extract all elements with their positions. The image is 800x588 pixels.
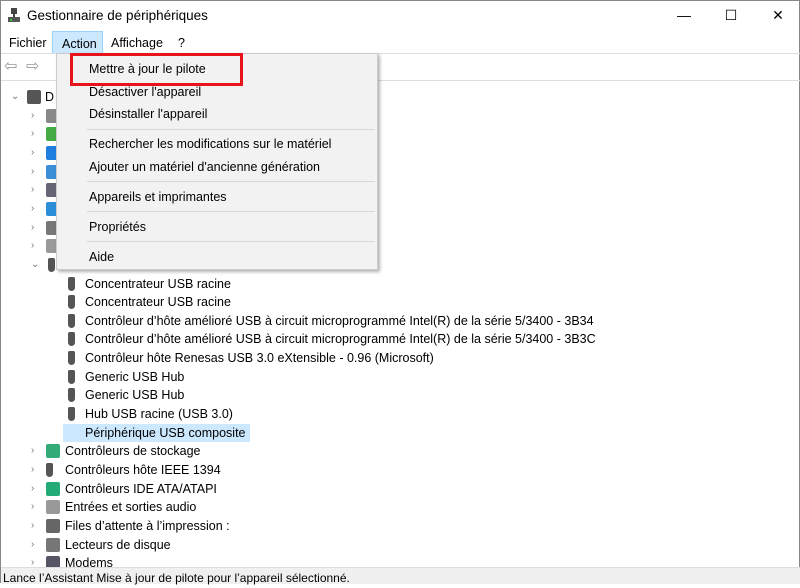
collapse-arrow-icon[interactable]: ⌄ <box>11 88 21 106</box>
tree-item-label: D <box>45 90 55 104</box>
tree-item-label: Generic USB Hub <box>85 369 185 384</box>
menu-action[interactable]: Action <box>52 31 103 53</box>
printer-icon <box>46 518 60 533</box>
menu-item-help[interactable]: Aide <box>58 246 376 268</box>
usb-icon <box>68 351 75 366</box>
tree-item-label: Entrées et sorties audio <box>65 500 197 515</box>
tree-item-label: Hub USB racine (USB 3.0) <box>85 407 233 422</box>
tree-category[interactable]: › Modems <box>1 554 800 567</box>
storage-icon <box>46 444 60 459</box>
menu-item-properties[interactable]: Propriétés <box>58 216 376 238</box>
tree-item-usb-device[interactable]: Generic USB Hub <box>1 368 800 386</box>
device-manager-icon <box>8 8 20 22</box>
tree-item-usb-device[interactable]: Hub USB racine (USB 3.0) <box>1 405 800 423</box>
expand-arrow-icon[interactable]: › <box>31 200 41 218</box>
expand-arrow-icon[interactable]: › <box>31 163 41 181</box>
menu-fichier[interactable]: Fichier <box>3 31 53 53</box>
expand-arrow-icon[interactable]: › <box>31 144 41 162</box>
tree-item-usb-device[interactable]: Contrôleur d’hôte amélioré USB à circuit… <box>1 312 800 330</box>
usb-icon <box>68 276 75 291</box>
usb-icon <box>68 388 75 403</box>
tree-item-label: Files d’attente à l’impression : <box>65 518 230 533</box>
tree-item-usb-device[interactable]: Périphérique USB composite <box>1 423 800 442</box>
status-bar: Lance l’Assistant Mise à jour de pilote … <box>1 567 800 585</box>
computer-icon <box>27 90 41 104</box>
title-bar: Gestionnaire de périphériques — ☐ ✕ <box>1 1 800 31</box>
minimize-button[interactable]: — <box>661 1 707 31</box>
usb-icon <box>68 407 75 422</box>
window-title: Gestionnaire de périphériques <box>27 8 208 23</box>
expand-arrow-icon[interactable]: › <box>31 125 41 143</box>
expand-arrow-icon[interactable]: › <box>31 498 41 516</box>
tree-item-usb-device[interactable]: Contrôleur hôte Renesas USB 3.0 eXtensib… <box>1 349 800 367</box>
highlight-box <box>70 53 243 86</box>
tree-item-label: Contrôleurs hôte IEEE 1394 <box>65 463 221 477</box>
expand-arrow-icon[interactable]: › <box>31 536 41 554</box>
tree-item-usb-device[interactable]: Contrôleur d’hôte amélioré USB à circuit… <box>1 330 800 348</box>
tree-item-label: Generic USB Hub <box>85 388 185 403</box>
maximize-button[interactable]: ☐ <box>708 1 754 31</box>
expand-arrow-icon[interactable]: › <box>31 107 41 125</box>
expand-arrow-icon[interactable]: › <box>31 517 41 535</box>
forward-arrow-icon[interactable]: ⇨ <box>26 59 44 75</box>
tree-category[interactable]: › Contrôleurs hôte IEEE 1394 <box>1 461 800 479</box>
collapse-arrow-icon[interactable]: ⌄ <box>31 256 41 274</box>
tree-category[interactable]: › Entrées et sorties audio <box>1 498 800 516</box>
tree-item-label: Contrôleur d’hôte amélioré USB à circuit… <box>85 332 596 347</box>
tree-item-label: Lecteurs de disque <box>65 537 171 552</box>
tree-item-label: Contrôleurs IDE ATA/ATAPI <box>65 481 217 496</box>
tree-item-label: Contrôleur hôte Renesas USB 3.0 eXtensib… <box>85 351 434 366</box>
usb-icon <box>68 369 75 384</box>
tree-item-label: Modems <box>65 556 113 567</box>
tree-item-label: Périphérique USB composite <box>63 423 250 442</box>
usb-icon <box>46 463 53 477</box>
expand-arrow-icon[interactable]: › <box>31 480 41 498</box>
speaker-icon <box>46 500 60 515</box>
modem-icon <box>46 556 60 567</box>
disk-drive-icon <box>46 537 60 552</box>
tree-category[interactable]: › Contrôleurs de stockage <box>1 442 800 460</box>
usb-icon <box>68 313 75 328</box>
expand-arrow-icon[interactable]: › <box>31 219 41 237</box>
menu-separator <box>87 241 375 242</box>
tree-category[interactable]: › Files d’attente à l’impression : <box>1 517 800 535</box>
close-button[interactable]: ✕ <box>755 1 800 31</box>
menu-bar: Fichier Action Affichage ? <box>1 31 800 53</box>
ide-icon <box>46 481 60 496</box>
expand-arrow-icon[interactable]: › <box>31 554 41 567</box>
menu-item-devices-printers[interactable]: Appareils et imprimantes <box>58 186 376 208</box>
tree-item-usb-device[interactable]: Concentrateur USB racine <box>1 275 800 293</box>
usb-icon <box>68 295 75 310</box>
usb-icon <box>68 332 75 347</box>
menu-help[interactable]: ? <box>172 31 191 53</box>
tree-item-label: Contrôleur d’hôte amélioré USB à circuit… <box>85 313 594 328</box>
tree-item-usb-device[interactable]: Concentrateur USB racine <box>1 293 800 311</box>
tree-item-label: Concentrateur USB racine <box>85 276 231 291</box>
expand-arrow-icon[interactable]: › <box>31 461 41 479</box>
back-arrow-icon[interactable]: ⇦ <box>4 59 22 75</box>
expand-arrow-icon[interactable]: › <box>31 181 41 199</box>
menu-item-scan-hardware[interactable]: Rechercher les modifications sur le maté… <box>58 133 376 155</box>
tree-item-label: Concentrateur USB racine <box>85 295 231 310</box>
menu-separator <box>87 211 375 212</box>
expand-arrow-icon[interactable]: › <box>31 237 41 255</box>
tree-category[interactable]: › Contrôleurs IDE ATA/ATAPI <box>1 480 800 498</box>
tree-item-label: Contrôleurs de stockage <box>65 444 201 459</box>
menu-separator <box>87 129 375 130</box>
menu-separator <box>87 181 375 182</box>
expand-arrow-icon[interactable]: › <box>31 442 41 460</box>
tree-category[interactable]: › Lecteurs de disque <box>1 536 800 554</box>
menu-item-uninstall-device[interactable]: Désinstaller l'appareil <box>58 103 376 125</box>
tree-item-usb-device[interactable]: Generic USB Hub <box>1 386 800 404</box>
menu-item-add-legacy[interactable]: Ajouter un matériel d'ancienne génératio… <box>58 156 376 178</box>
usb-icon <box>48 257 55 272</box>
menu-affichage[interactable]: Affichage <box>105 31 169 53</box>
device-manager-window: Gestionnaire de périphériques — ☐ ✕ Fich… <box>0 0 800 585</box>
